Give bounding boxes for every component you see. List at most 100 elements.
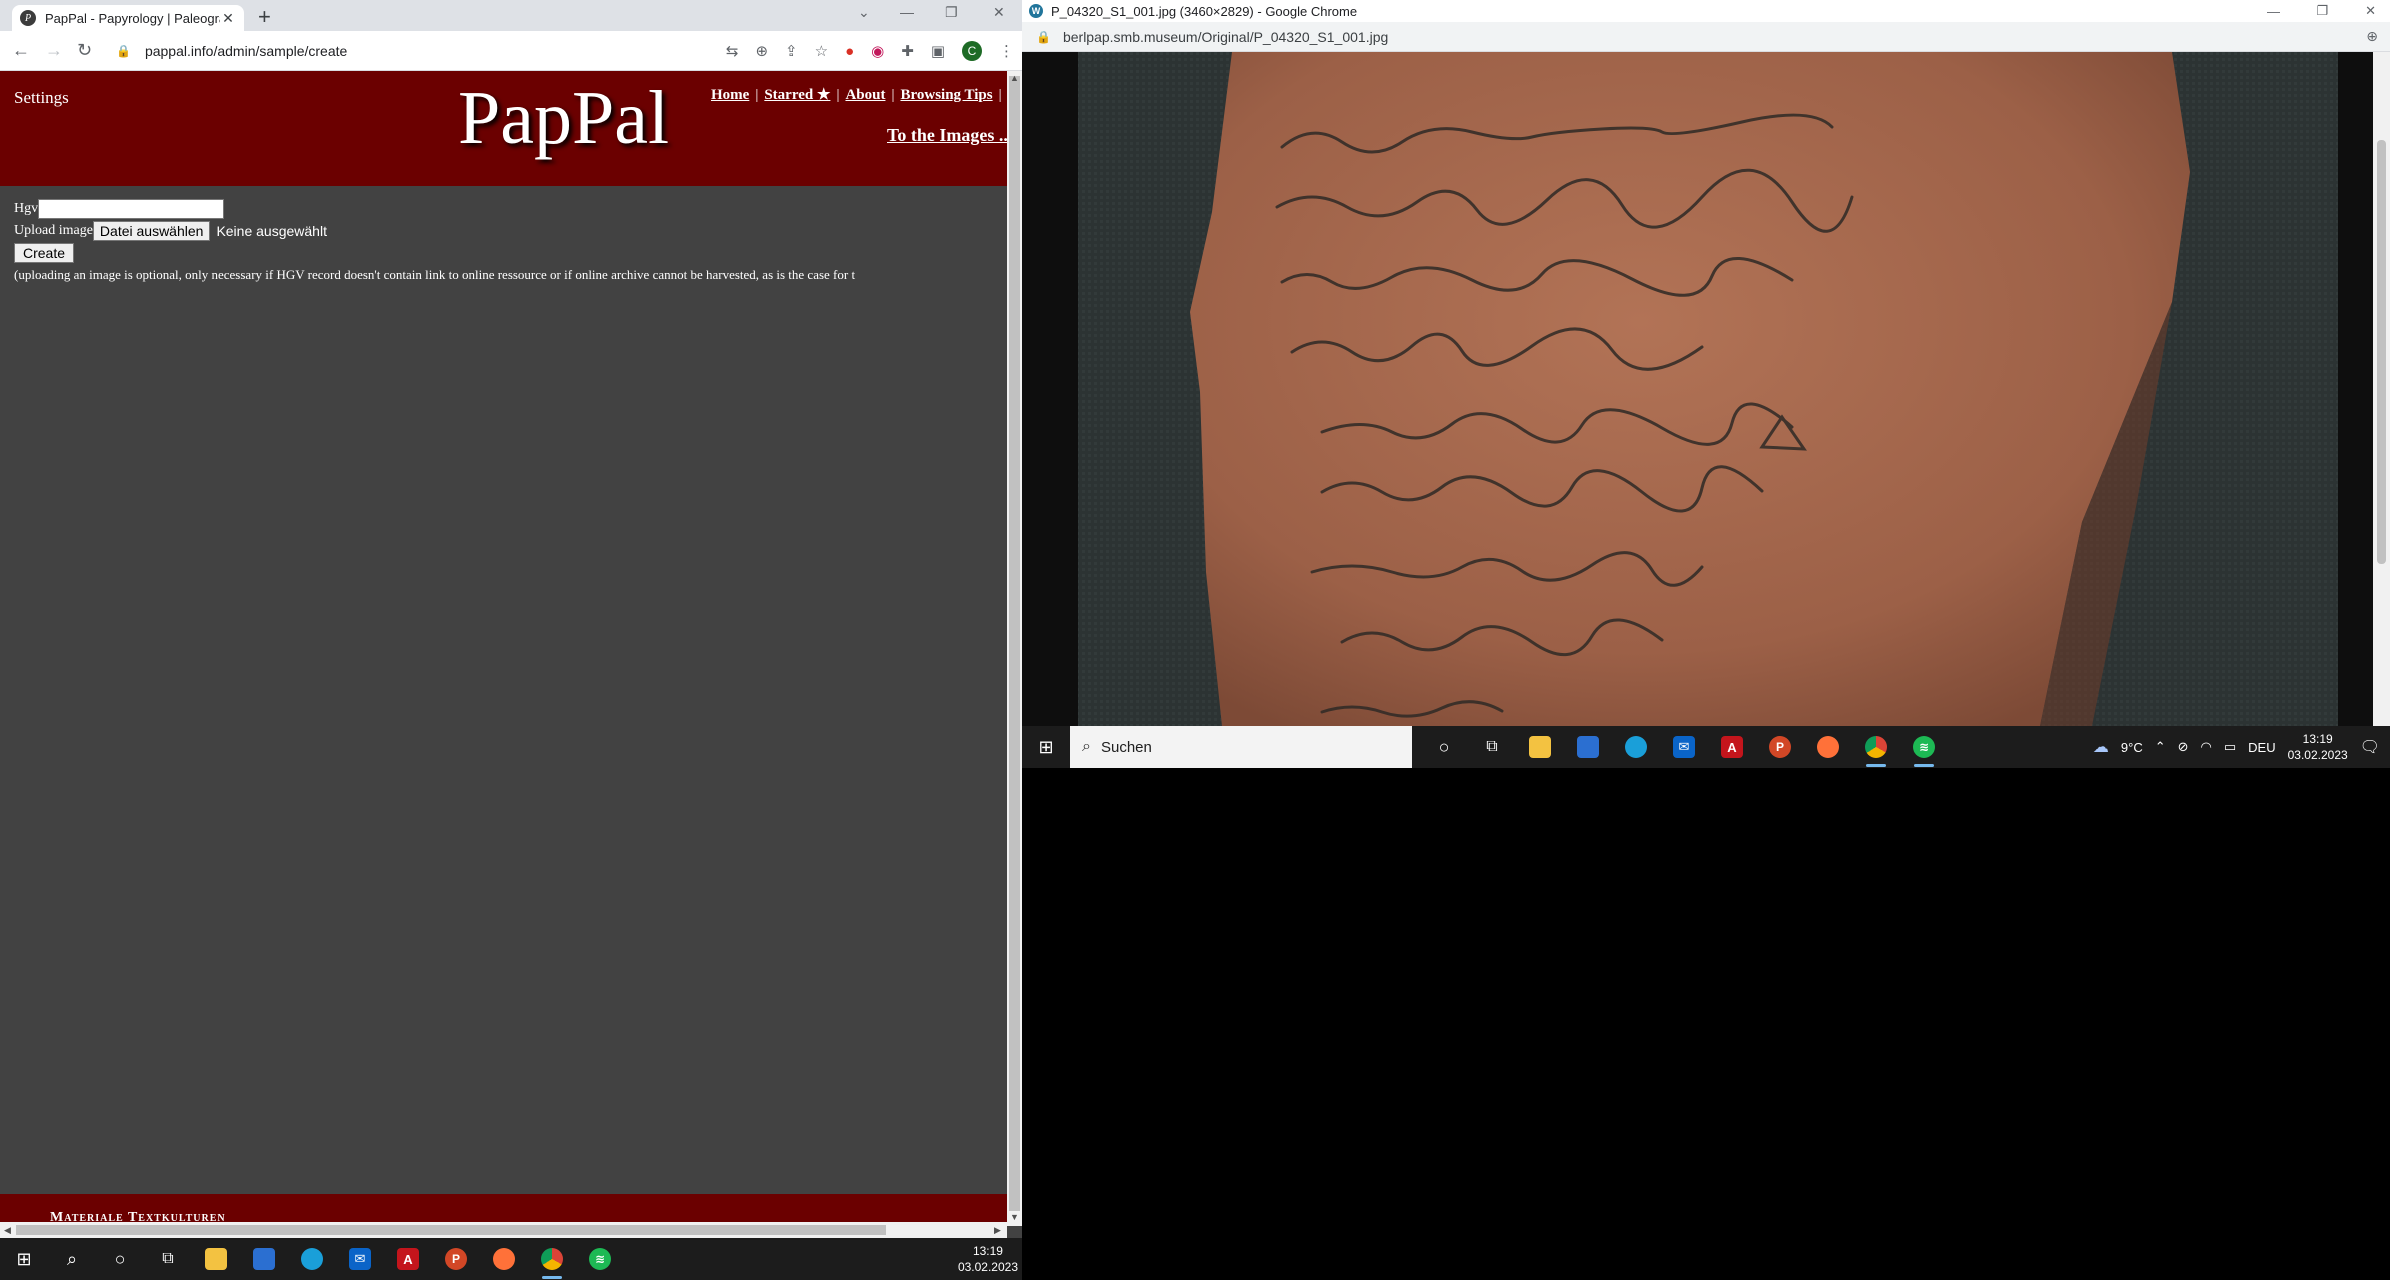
bookmark-star-icon[interactable]: ☆ [815,42,828,60]
minimize-icon[interactable]: — [2267,4,2280,19]
forward-icon[interactable]: → [45,40,63,61]
restore-icon[interactable]: ❐ [2316,3,2328,19]
file-explorer-icon[interactable] [1524,731,1556,763]
language-indicator[interactable]: DEU [2248,740,2275,755]
clock-time: 13:19 [2302,732,2333,746]
minimize-icon[interactable]: — [900,4,914,20]
url-text: pappal.info/admin/sample/create [144,43,348,59]
chrome-icon[interactable] [1860,731,1892,767]
edge-icon[interactable] [1620,731,1652,763]
translate-icon[interactable]: ⇆ [726,42,739,60]
right-window-title: P_04320_S1_001.jpg (3460×2829) - Google … [1051,3,1358,19]
spotify-icon[interactable]: ≋ [1908,731,1940,767]
nav-starred[interactable]: Starred ★ [764,87,830,103]
sidepanel-icon[interactable]: ▣ [931,42,945,60]
right-address-bar[interactable]: 🔒 berlpap.smb.museum/Original/P_04320_S1… [1022,22,2390,52]
hgv-input[interactable] [38,199,225,219]
clock-right[interactable]: 13:19 03.02.2023 [2288,731,2348,763]
extensions-puzzle-icon[interactable]: ✚ [901,42,914,60]
store-icon[interactable] [248,1243,280,1275]
mail-icon[interactable]: ✉ [1668,731,1700,763]
site-logo[interactable]: PapPal [458,75,669,162]
battery-icon[interactable]: ▭ [2224,739,2236,755]
pappal-favicon-icon: P [20,10,36,26]
powerpoint-icon[interactable]: P [440,1243,472,1275]
image-viewer[interactable] [1022,52,2390,726]
horizontal-scroll-thumb[interactable] [16,1225,886,1235]
close-tab-icon[interactable]: ✕ [220,10,236,27]
windows-start-icon[interactable]: ⊞ [8,1243,40,1275]
to-images-link[interactable]: To the Images .. [887,125,1008,146]
file-explorer-icon[interactable] [200,1243,232,1275]
chevron-up-icon[interactable]: ⌃ [2155,739,2166,755]
profile-avatar[interactable]: C [962,41,982,61]
scroll-up-icon[interactable]: ▲ [1010,73,1019,83]
zoom-icon[interactable]: ⊕ [755,42,768,60]
right-window-titlebar: W P_04320_S1_001.jpg (3460×2829) - Googl… [1022,0,2390,22]
search-icon: ⌕ [1082,738,1091,755]
scroll-right-icon[interactable]: ▶ [994,1225,1001,1236]
zoom-icon[interactable]: ⊕ [2366,28,2378,45]
left-browser-window: P PapPal - Papyrology | Paleograph ✕ + ⌄… [0,0,1022,1238]
share-icon[interactable]: ⇪ [785,42,798,60]
acrobat-icon[interactable]: A [1716,731,1748,763]
weather-temp[interactable]: 9°C [2121,740,2143,755]
nav-browsing-tips[interactable]: Browsing Tips [900,87,992,103]
search-icon[interactable]: ⌕ [56,1243,88,1275]
firefox-icon[interactable] [1812,731,1844,763]
reload-icon[interactable]: ↻ [77,40,92,61]
firefox-icon[interactable] [488,1243,520,1275]
vertical-scroll-thumb[interactable] [1009,76,1020,1211]
tab-bar: P PapPal - Papyrology | Paleograph ✕ + ⌄… [0,0,1022,31]
create-button[interactable]: Create [14,243,75,263]
powerpoint-icon[interactable]: P [1764,731,1796,763]
url-field[interactable]: 🔒 pappal.info/admin/sample/create [116,39,676,63]
ostracon-shard [1190,52,2190,726]
empty-screen-area [1022,768,2390,1280]
nav-home[interactable]: Home [711,87,749,103]
settings-link[interactable]: Settings [14,88,69,108]
windows-start-icon[interactable]: ⊞ [1030,731,1062,763]
address-bar: ← → ↻ 🔒 pappal.info/admin/sample/create … [0,31,1022,71]
back-icon[interactable]: ← [12,40,30,61]
search-label: Suchen [1100,738,1152,756]
taskbar-right: ⊞ ⌕ Suchen ○ ⧉ ✉ A P ≋ ☁ 9°C ⌃ ⊘ ◠ ▭ DEU… [1022,726,2390,768]
wifi-icon[interactable]: ◠ [2201,739,2212,755]
clock-date: 03.02.2023 [957,1260,1018,1274]
nav-about[interactable]: About [845,87,885,103]
right-url-text: berlpap.smb.museum/Original/P_04320_S1_0… [1062,28,1389,45]
clock-left[interactable]: 13:19 03.02.2023 [958,1243,1022,1275]
choose-file-button[interactable]: Datei auswählen [92,221,211,241]
taskbar-left: ⊞ ⌕ ○ ⧉ ✉ A P ≋ 13:19 03.02.2023 [0,1238,1022,1280]
right-scroll-thumb[interactable] [2377,140,2386,564]
extension-pink-icon[interactable]: ◉ [871,42,884,60]
taskbar-search-box[interactable]: ⌕ Suchen [1070,726,1412,768]
restore-icon[interactable]: ❐ [945,4,958,21]
spotify-icon[interactable]: ≋ [584,1243,616,1275]
cortana-icon[interactable]: ○ [104,1243,136,1275]
scroll-left-icon[interactable]: ◀ [4,1225,11,1236]
new-tab-icon[interactable]: + [258,4,271,30]
store-icon[interactable] [1572,731,1604,763]
hgv-label: Hgv [14,201,39,216]
task-view-icon[interactable]: ⧉ [152,1243,184,1275]
tab-title: PapPal - Papyrology | Paleograph [45,10,220,26]
network-off-icon[interactable]: ⊘ [2178,739,2189,755]
chrome-icon[interactable] [536,1243,568,1279]
system-tray: ☁ 9°C ⌃ ⊘ ◠ ▭ DEU 13:19 03.02.2023 🗨 [2093,731,2390,763]
mail-icon[interactable]: ✉ [344,1243,376,1275]
task-view-icon[interactable]: ⧉ [1476,731,1508,763]
cortana-icon[interactable]: ○ [1428,731,1460,763]
scroll-down-icon[interactable]: ▼ [1010,1212,1019,1222]
close-window-icon[interactable]: ✕ [993,4,1005,21]
no-file-selected-text: Keine ausgewählt [216,223,327,239]
extension-red-icon[interactable]: ● [845,43,854,60]
tab-search-icon[interactable]: ⌄ [858,4,870,21]
close-window-icon[interactable]: ✕ [2365,3,2376,19]
menu-dots-icon[interactable]: ⋮ [999,42,1014,60]
tab-pappal[interactable]: P PapPal - Papyrology | Paleograph ✕ [12,5,244,31]
acrobat-icon[interactable]: A [392,1243,424,1275]
edge-icon[interactable] [296,1243,328,1275]
weather-cloud-icon[interactable]: ☁ [2093,737,2109,757]
notification-icon[interactable]: 🗨 [2360,737,2380,757]
